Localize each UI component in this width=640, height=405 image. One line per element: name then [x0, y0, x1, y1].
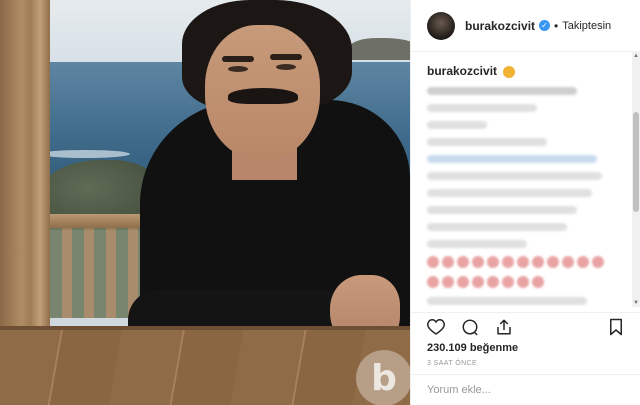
photo-table: [0, 330, 410, 405]
post-sidebar: burakozcivit ✓ • Takiptesin burakozcivit: [410, 0, 640, 405]
comment-line: [427, 172, 602, 180]
comment-icon[interactable]: [459, 316, 481, 338]
person-left-eye: [228, 66, 248, 72]
blurred-comment-1: [427, 87, 617, 95]
heart-icon[interactable]: [425, 316, 447, 338]
comment-line: [427, 189, 592, 197]
person-mustache: [228, 88, 298, 104]
scrollbar-thumb[interactable]: [633, 112, 639, 212]
comment-line: [427, 138, 547, 146]
bookmark-icon[interactable]: [605, 316, 627, 338]
share-icon[interactable]: [493, 316, 515, 338]
header-separator: •: [554, 18, 559, 33]
scroll-down-arrow-icon[interactable]: ▼: [632, 299, 640, 307]
blurred-comment-6: [427, 297, 617, 307]
comment-line: [427, 297, 587, 305]
comment-line: [427, 206, 577, 214]
comments-list: burakozcivit: [411, 52, 633, 307]
instagram-post: b burakozcivit ✓ • Takiptesin burakozciv…: [0, 0, 640, 405]
comment-line: [427, 104, 537, 112]
scroll-up-arrow-icon[interactable]: ▲: [632, 52, 640, 60]
add-comment-input[interactable]: Yorum ekle...: [411, 374, 640, 405]
blurred-comment-4: [427, 155, 617, 248]
follow-status-button[interactable]: Takiptesin: [562, 20, 611, 32]
likes-count[interactable]: 230.109 beğenme: [427, 342, 518, 354]
lion-face-icon: [503, 65, 516, 78]
blurred-comment-3: [427, 138, 617, 146]
person-right-eye: [276, 64, 296, 70]
person-left-brow: [222, 56, 254, 62]
post-photo[interactable]: b: [0, 0, 410, 405]
blurred-comment-2: [427, 104, 617, 129]
comment-line: [427, 223, 567, 231]
verified-badge-icon: ✓: [539, 20, 551, 31]
header-username[interactable]: burakozcivit: [465, 19, 535, 33]
emoji-row: [427, 256, 617, 268]
watermark-logo: b: [356, 350, 410, 405]
post-timestamp: 3 SAAT ÖNCE: [427, 360, 478, 367]
comment-line: [427, 121, 487, 129]
comments-scrollbar[interactable]: [632, 52, 640, 307]
action-bar: [411, 312, 640, 340]
person-right-brow: [270, 54, 302, 60]
comment-line: [427, 87, 577, 95]
post-header: burakozcivit ✓ • Takiptesin: [411, 0, 640, 52]
caption-username[interactable]: burakozcivit: [427, 64, 497, 78]
comment-line: [427, 240, 527, 248]
avatar[interactable]: [427, 11, 455, 40]
caption: burakozcivit: [427, 64, 617, 78]
blurred-comment-5: [427, 256, 617, 288]
comment-line: [427, 155, 597, 163]
emoji-row: [427, 276, 617, 288]
